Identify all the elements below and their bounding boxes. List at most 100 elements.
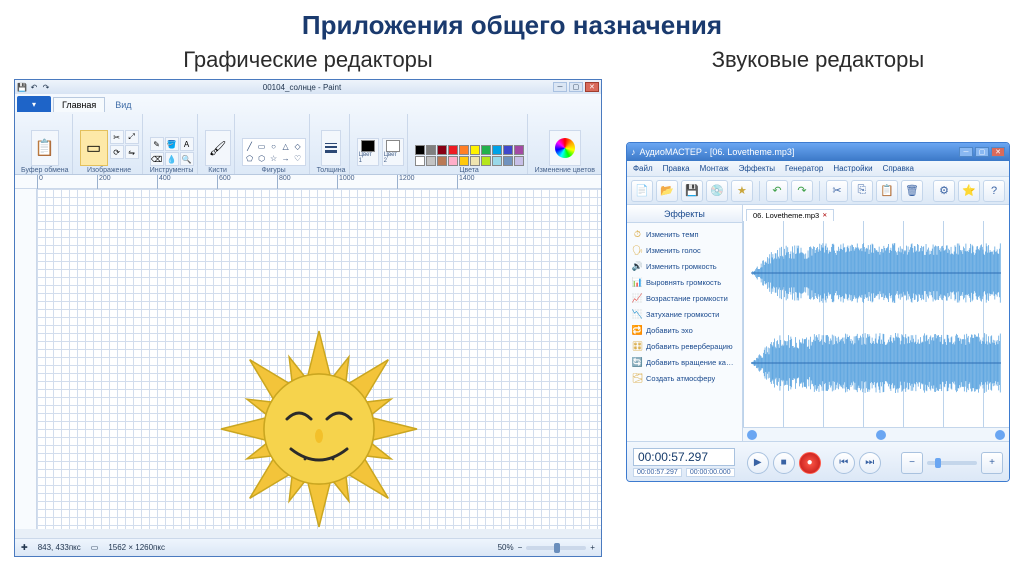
menu-item[interactable]: Справка <box>883 164 914 173</box>
palette-swatch[interactable] <box>503 145 513 155</box>
palette-swatch[interactable] <box>415 156 425 166</box>
menu-item[interactable]: Файл <box>633 164 653 173</box>
palette-swatch[interactable] <box>492 145 502 155</box>
fx-item[interactable]: ⏱Изменить темп <box>630 226 739 242</box>
close-tab-icon[interactable]: ✕ <box>822 212 827 219</box>
audio-close-button[interactable]: ✕ <box>991 147 1005 157</box>
undo-icon[interactable]: ↶ <box>29 82 39 92</box>
redo-icon[interactable]: ↷ <box>41 82 51 92</box>
fx-item[interactable]: 🌫Создать атмосферу <box>630 370 739 386</box>
zoom-tool[interactable]: 🔍 <box>180 152 194 166</box>
edit-colors-button[interactable] <box>549 130 581 166</box>
color-palette[interactable] <box>415 145 524 166</box>
select-button[interactable]: ▭ <box>80 130 108 166</box>
redo-button[interactable]: ↷ <box>791 180 813 202</box>
fx-item[interactable]: 📈Возрастание громкости <box>630 290 739 306</box>
palette-swatch[interactable] <box>426 156 436 166</box>
stop-button[interactable]: ■ <box>773 452 795 474</box>
palette-swatch[interactable] <box>437 156 447 166</box>
canvas-area[interactable] <box>37 189 601 529</box>
minimize-button[interactable]: ─ <box>553 82 567 92</box>
pencil-tool[interactable]: ✎ <box>150 137 164 151</box>
play-button[interactable]: ▶ <box>747 452 769 474</box>
palette-swatch[interactable] <box>514 156 524 166</box>
palette-swatch[interactable] <box>481 156 491 166</box>
fx-item[interactable]: 📉Затухание громкости <box>630 306 739 322</box>
tab-home[interactable]: Главная <box>53 97 105 112</box>
fx-icon: 🗣 <box>632 245 643 256</box>
fill-tool[interactable]: 🪣 <box>165 137 179 151</box>
menu-item[interactable]: Генератор <box>785 164 823 173</box>
cd-button[interactable]: 💿 <box>706 180 728 202</box>
new-file-button[interactable]: 📄 <box>631 180 653 202</box>
undo-button[interactable]: ↶ <box>766 180 788 202</box>
palette-swatch[interactable] <box>415 145 425 155</box>
vol-down-button[interactable]: − <box>901 452 923 474</box>
app-menu-button[interactable]: ▾ <box>17 96 51 112</box>
next-button[interactable]: ⏭ <box>859 452 881 474</box>
help-button[interactable]: ? <box>983 180 1005 202</box>
vol-up-button[interactable]: + <box>981 452 1003 474</box>
flip-button[interactable]: ⇋ <box>125 145 139 159</box>
picker-tool[interactable]: 💧 <box>165 152 179 166</box>
close-button[interactable]: ✕ <box>585 82 599 92</box>
palette-swatch[interactable] <box>470 156 480 166</box>
favorite-button[interactable]: ★ <box>731 180 753 202</box>
fx-item[interactable]: 🔊Изменить громкость <box>630 258 739 274</box>
fx-item[interactable]: 🗣Изменить голос <box>630 242 739 258</box>
text-tool[interactable]: A <box>180 137 194 151</box>
fx-item[interactable]: 📊Выровнять громкость <box>630 274 739 290</box>
palette-swatch[interactable] <box>459 156 469 166</box>
copy-button[interactable]: ⎘ <box>851 180 873 202</box>
delete-button[interactable]: 🗑 <box>901 180 923 202</box>
audio-minimize-button[interactable]: ─ <box>959 147 973 157</box>
zoom-out[interactable]: − <box>518 543 523 552</box>
rotate-button[interactable]: ⟳ <box>110 145 124 159</box>
crop-button[interactable]: ✂ <box>110 130 124 144</box>
maximize-button[interactable]: ▢ <box>569 82 583 92</box>
eraser-tool[interactable]: ⌫ <box>150 152 164 166</box>
volume-slider[interactable] <box>927 461 977 465</box>
paste-button[interactable]: 📋 <box>876 180 898 202</box>
audio-maximize-button[interactable]: ▢ <box>975 147 989 157</box>
waveform-area[interactable] <box>743 221 1009 441</box>
fx-item[interactable]: 🎛Добавить реверберацию <box>630 338 739 354</box>
palette-swatch[interactable] <box>481 145 491 155</box>
paste-button[interactable]: 📋 <box>31 130 59 166</box>
palette-swatch[interactable] <box>426 145 436 155</box>
menu-item[interactable]: Монтаж <box>700 164 729 173</box>
brushes-button[interactable]: 🖌 <box>205 130 231 166</box>
palette-swatch[interactable] <box>492 156 502 166</box>
zoom-slider[interactable] <box>526 546 586 550</box>
palette-swatch[interactable] <box>448 145 458 155</box>
file-tab[interactable]: 06. Lovetheme.mp3 ✕ <box>746 209 834 221</box>
ruler-tick: 400 <box>157 175 171 189</box>
settings-button[interactable]: ⚙ <box>933 180 955 202</box>
save-button[interactable]: 💾 <box>681 180 703 202</box>
palette-swatch[interactable] <box>503 156 513 166</box>
record-button[interactable]: ● <box>799 452 821 474</box>
open-button[interactable]: 📂 <box>656 180 678 202</box>
cut-button[interactable]: ✂ <box>826 180 848 202</box>
menu-item[interactable]: Настройки <box>833 164 872 173</box>
zoom-in[interactable]: + <box>590 543 595 552</box>
color1-swatch[interactable]: Цвет 1 <box>357 138 379 166</box>
prev-button[interactable]: ⏮ <box>833 452 855 474</box>
fx-item[interactable]: 🔁Добавить эхо <box>630 322 739 338</box>
palette-swatch[interactable] <box>470 145 480 155</box>
palette-swatch[interactable] <box>514 145 524 155</box>
save-icon[interactable]: 💾 <box>17 82 27 92</box>
palette-swatch[interactable] <box>437 145 447 155</box>
shapes-gallery[interactable]: ╱▭○△◇ ⬠⬡☆→♡ <box>242 138 306 166</box>
fx-item[interactable]: 🔄Добавить вращение каналов <box>630 354 739 370</box>
upgrade-button[interactable]: ⭐ <box>958 180 980 202</box>
resize-button[interactable]: ⤢ <box>125 130 139 144</box>
menu-item[interactable]: Правка <box>663 164 690 173</box>
tab-view[interactable]: Вид <box>107 98 139 112</box>
menu-item[interactable]: Эффекты <box>739 164 775 173</box>
color2-swatch[interactable]: Цвет 2 <box>382 138 404 166</box>
palette-swatch[interactable] <box>459 145 469 155</box>
weight-button[interactable] <box>321 130 341 166</box>
palette-swatch[interactable] <box>448 156 458 166</box>
timeline[interactable] <box>743 427 1009 441</box>
